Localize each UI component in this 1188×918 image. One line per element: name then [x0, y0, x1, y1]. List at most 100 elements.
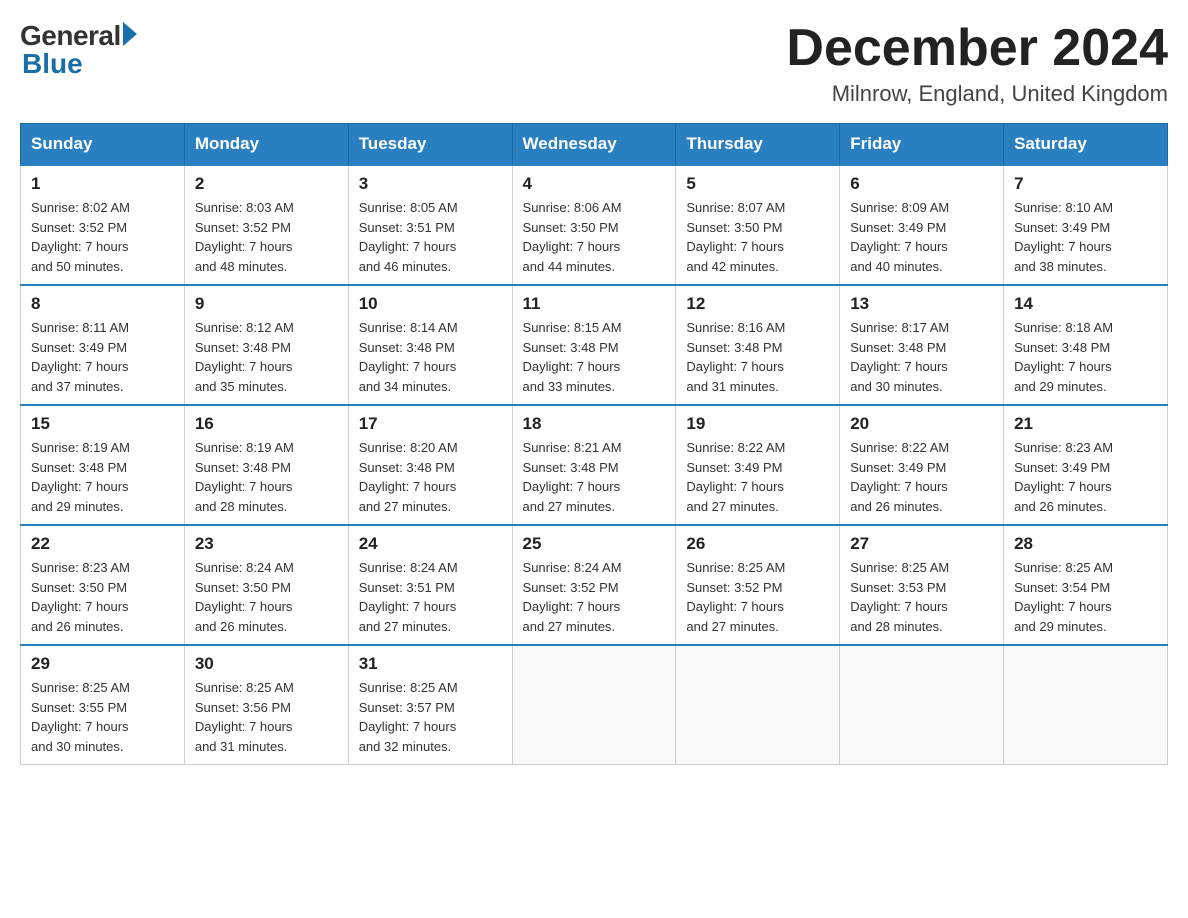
day-number: 19	[686, 414, 829, 434]
day-number: 5	[686, 174, 829, 194]
day-number: 8	[31, 294, 174, 314]
calendar-body: 1 Sunrise: 8:02 AMSunset: 3:52 PMDaylight…	[21, 165, 1168, 765]
calendar-cell	[1004, 645, 1168, 765]
day-info: Sunrise: 8:24 AMSunset: 3:50 PMDaylight:…	[195, 558, 338, 636]
logo: General Blue	[20, 20, 137, 80]
weekday-header-friday: Friday	[840, 124, 1004, 166]
day-info: Sunrise: 8:07 AMSunset: 3:50 PMDaylight:…	[686, 198, 829, 276]
calendar-cell	[676, 645, 840, 765]
calendar-cell: 26Sunrise: 8:25 AMSunset: 3:52 PMDayligh…	[676, 525, 840, 645]
calendar-cell: 12Sunrise: 8:16 AMSunset: 3:48 PMDayligh…	[676, 285, 840, 405]
calendar-cell: 11Sunrise: 8:15 AMSunset: 3:48 PMDayligh…	[512, 285, 676, 405]
day-number: 17	[359, 414, 502, 434]
calendar-cell: 1 Sunrise: 8:02 AMSunset: 3:52 PMDaylight…	[21, 165, 185, 285]
day-number: 12	[686, 294, 829, 314]
day-info: Sunrise: 8:25 AMSunset: 3:57 PMDaylight:…	[359, 678, 502, 756]
day-number: 6	[850, 174, 993, 194]
calendar-cell: 9 Sunrise: 8:12 AMSunset: 3:48 PMDaylight…	[184, 285, 348, 405]
calendar-cell	[840, 645, 1004, 765]
calendar-cell: 29 Sunrise: 8:25 AMSunset: 3:55 PMDayligh…	[21, 645, 185, 765]
calendar-week-1: 1 Sunrise: 8:02 AMSunset: 3:52 PMDaylight…	[21, 165, 1168, 285]
day-number: 24	[359, 534, 502, 554]
logo-arrow-icon	[123, 22, 137, 46]
calendar-cell: 27Sunrise: 8:25 AMSunset: 3:53 PMDayligh…	[840, 525, 1004, 645]
calendar-week-2: 8 Sunrise: 8:11 AMSunset: 3:49 PMDaylight…	[21, 285, 1168, 405]
day-info: Sunrise: 8:25 AMSunset: 3:55 PMDaylight:…	[31, 678, 174, 756]
day-number: 14	[1014, 294, 1157, 314]
day-number: 21	[1014, 414, 1157, 434]
day-number: 23	[195, 534, 338, 554]
location-text: Milnrow, England, United Kingdom	[786, 81, 1168, 107]
calendar-cell: 20 Sunrise: 8:22 AMSunset: 3:49 PMDayligh…	[840, 405, 1004, 525]
weekday-header-monday: Monday	[184, 124, 348, 166]
day-info: Sunrise: 8:20 AMSunset: 3:48 PMDaylight:…	[359, 438, 502, 516]
calendar-cell: 14 Sunrise: 8:18 AMSunset: 3:48 PMDayligh…	[1004, 285, 1168, 405]
calendar-cell: 23 Sunrise: 8:24 AMSunset: 3:50 PMDayligh…	[184, 525, 348, 645]
day-info: Sunrise: 8:15 AMSunset: 3:48 PMDaylight:…	[523, 318, 666, 396]
calendar-cell: 6 Sunrise: 8:09 AMSunset: 3:49 PMDaylight…	[840, 165, 1004, 285]
day-number: 20	[850, 414, 993, 434]
weekday-header-tuesday: Tuesday	[348, 124, 512, 166]
day-info: Sunrise: 8:25 AMSunset: 3:56 PMDaylight:…	[195, 678, 338, 756]
day-number: 4	[523, 174, 666, 194]
weekday-header-thursday: Thursday	[676, 124, 840, 166]
day-info: Sunrise: 8:19 AMSunset: 3:48 PMDaylight:…	[195, 438, 338, 516]
day-number: 27	[850, 534, 993, 554]
calendar-cell: 25Sunrise: 8:24 AMSunset: 3:52 PMDayligh…	[512, 525, 676, 645]
day-info: Sunrise: 8:23 AMSunset: 3:49 PMDaylight:…	[1014, 438, 1157, 516]
day-info: Sunrise: 8:10 AMSunset: 3:49 PMDaylight:…	[1014, 198, 1157, 276]
logo-blue-text: Blue	[20, 48, 83, 80]
day-number: 13	[850, 294, 993, 314]
calendar-cell: 3Sunrise: 8:05 AMSunset: 3:51 PMDaylight…	[348, 165, 512, 285]
calendar-cell: 24 Sunrise: 8:24 AMSunset: 3:51 PMDayligh…	[348, 525, 512, 645]
day-info: Sunrise: 8:24 AMSunset: 3:51 PMDaylight:…	[359, 558, 502, 636]
day-number: 1	[31, 174, 174, 194]
calendar-cell: 31 Sunrise: 8:25 AMSunset: 3:57 PMDayligh…	[348, 645, 512, 765]
calendar-week-3: 15 Sunrise: 8:19 AMSunset: 3:48 PMDayligh…	[21, 405, 1168, 525]
day-info: Sunrise: 8:12 AMSunset: 3:48 PMDaylight:…	[195, 318, 338, 396]
calendar-cell	[512, 645, 676, 765]
calendar-cell: 13Sunrise: 8:17 AMSunset: 3:48 PMDayligh…	[840, 285, 1004, 405]
day-info: Sunrise: 8:11 AMSunset: 3:49 PMDaylight:…	[31, 318, 174, 396]
day-info: Sunrise: 8:22 AMSunset: 3:49 PMDaylight:…	[850, 438, 993, 516]
day-info: Sunrise: 8:21 AMSunset: 3:48 PMDaylight:…	[523, 438, 666, 516]
day-info: Sunrise: 8:18 AMSunset: 3:48 PMDaylight:…	[1014, 318, 1157, 396]
day-info: Sunrise: 8:22 AMSunset: 3:49 PMDaylight:…	[686, 438, 829, 516]
day-info: Sunrise: 8:23 AMSunset: 3:50 PMDaylight:…	[31, 558, 174, 636]
day-number: 29	[31, 654, 174, 674]
day-number: 22	[31, 534, 174, 554]
day-info: Sunrise: 8:25 AMSunset: 3:54 PMDaylight:…	[1014, 558, 1157, 636]
calendar-cell: 28 Sunrise: 8:25 AMSunset: 3:54 PMDayligh…	[1004, 525, 1168, 645]
day-number: 7	[1014, 174, 1157, 194]
calendar-cell: 17 Sunrise: 8:20 AMSunset: 3:48 PMDayligh…	[348, 405, 512, 525]
day-number: 26	[686, 534, 829, 554]
day-number: 30	[195, 654, 338, 674]
page-header: General Blue December 2024 Milnrow, Engl…	[20, 20, 1168, 107]
day-number: 9	[195, 294, 338, 314]
calendar-table: SundayMondayTuesdayWednesdayThursdayFrid…	[20, 123, 1168, 765]
day-info: Sunrise: 8:19 AMSunset: 3:48 PMDaylight:…	[31, 438, 174, 516]
day-info: Sunrise: 8:24 AMSunset: 3:52 PMDaylight:…	[523, 558, 666, 636]
day-info: Sunrise: 8:06 AMSunset: 3:50 PMDaylight:…	[523, 198, 666, 276]
calendar-cell: 7 Sunrise: 8:10 AMSunset: 3:49 PMDaylight…	[1004, 165, 1168, 285]
month-title: December 2024	[786, 20, 1168, 77]
day-info: Sunrise: 8:14 AMSunset: 3:48 PMDaylight:…	[359, 318, 502, 396]
day-number: 15	[31, 414, 174, 434]
weekday-header-saturday: Saturday	[1004, 124, 1168, 166]
calendar-cell: 4 Sunrise: 8:06 AMSunset: 3:50 PMDaylight…	[512, 165, 676, 285]
day-number: 3	[359, 174, 502, 194]
calendar-cell: 22 Sunrise: 8:23 AMSunset: 3:50 PMDayligh…	[21, 525, 185, 645]
day-number: 18	[523, 414, 666, 434]
day-number: 31	[359, 654, 502, 674]
day-number: 10	[359, 294, 502, 314]
day-info: Sunrise: 8:02 AMSunset: 3:52 PMDaylight:…	[31, 198, 174, 276]
calendar-cell: 8 Sunrise: 8:11 AMSunset: 3:49 PMDaylight…	[21, 285, 185, 405]
day-number: 16	[195, 414, 338, 434]
calendar-cell: 18 Sunrise: 8:21 AMSunset: 3:48 PMDayligh…	[512, 405, 676, 525]
title-block: December 2024 Milnrow, England, United K…	[786, 20, 1168, 107]
weekday-header-row: SundayMondayTuesdayWednesdayThursdayFrid…	[21, 124, 1168, 166]
calendar-cell: 21 Sunrise: 8:23 AMSunset: 3:49 PMDayligh…	[1004, 405, 1168, 525]
day-number: 28	[1014, 534, 1157, 554]
day-info: Sunrise: 8:09 AMSunset: 3:49 PMDaylight:…	[850, 198, 993, 276]
calendar-cell: 30 Sunrise: 8:25 AMSunset: 3:56 PMDayligh…	[184, 645, 348, 765]
